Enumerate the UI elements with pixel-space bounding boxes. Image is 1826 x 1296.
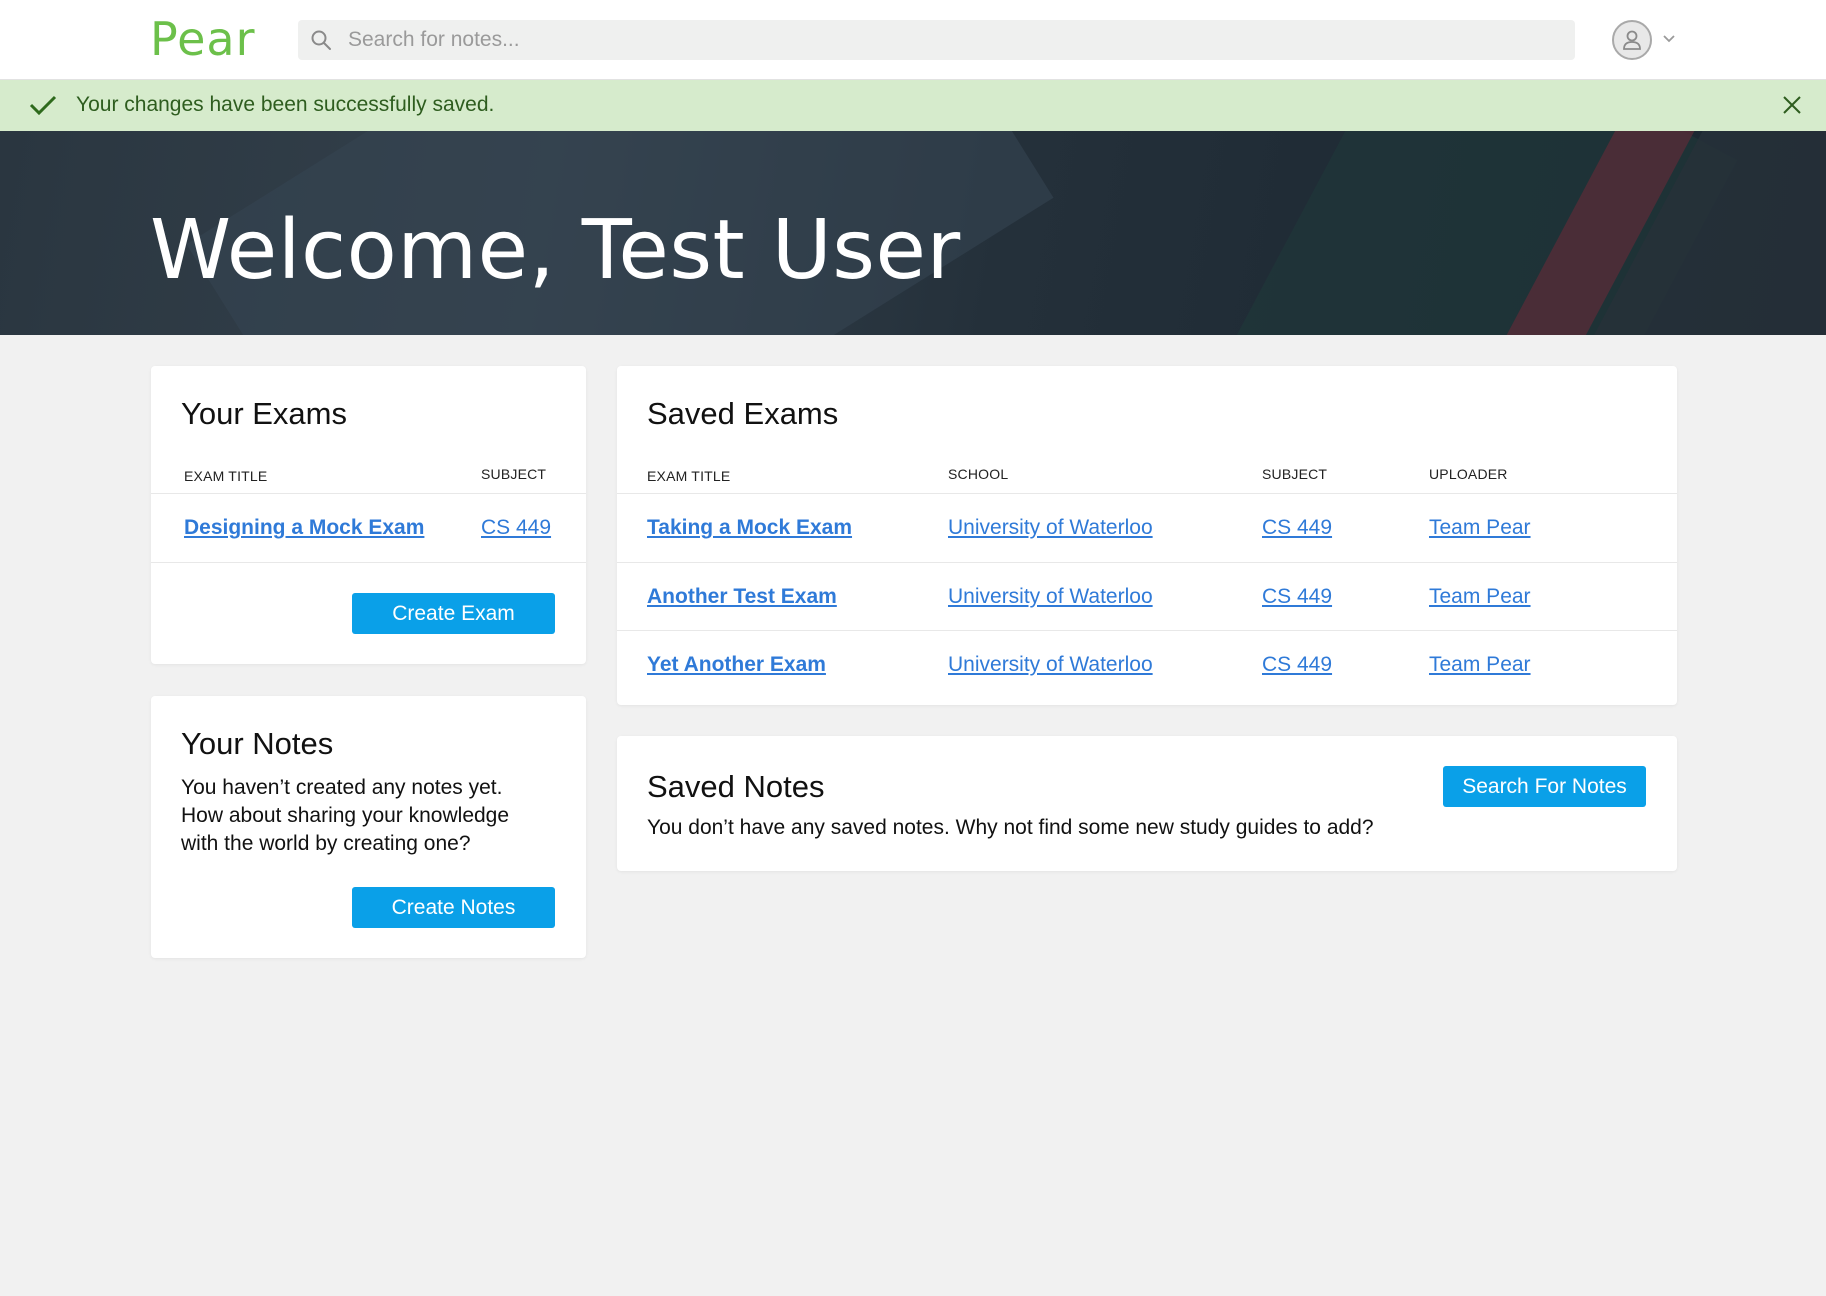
column-header-uploader: UPLOADER (1429, 466, 1508, 482)
your-exams-title: Your Exams (181, 396, 347, 431)
search-icon (311, 30, 331, 50)
saved-exams-title: Saved Exams (647, 396, 839, 431)
column-header-school: SCHOOL (948, 466, 1009, 482)
saved-exam-title-link[interactable]: Yet Another Exam (647, 653, 826, 677)
saved-exam-subject-link[interactable]: CS 449 (1262, 653, 1332, 677)
saved-exam-school-link[interactable]: University of Waterloo (948, 653, 1153, 677)
create-exam-button[interactable]: Create Exam (352, 593, 555, 634)
column-header-exam-title: EXAM TITLE (184, 468, 268, 484)
saved-exam-title-link[interactable]: Another Test Exam (647, 585, 837, 609)
saved-exams-card: Saved Exams EXAM TITLE SCHOOL SUBJECT UP… (617, 366, 1677, 705)
exam-title-link[interactable]: Designing a Mock Exam (184, 516, 424, 540)
your-notes-line: How about sharing your knowledge (181, 804, 510, 827)
saved-exam-subject-link[interactable]: CS 449 (1262, 585, 1332, 609)
check-icon (29, 95, 57, 116)
column-header-subject: SUBJECT (1262, 466, 1328, 482)
welcome-heading: Welcome, Test User (150, 203, 961, 298)
saved-exam-school-link[interactable]: University of Waterloo (948, 516, 1153, 540)
your-exams-card: Your Exams EXAM TITLE SUBJECT Designing … (151, 366, 586, 664)
saved-exam-subject-link[interactable]: CS 449 (1262, 516, 1332, 540)
create-notes-button[interactable]: Create Notes (352, 887, 555, 928)
saved-exam-title-link[interactable]: Taking a Mock Exam (647, 516, 852, 540)
search-bar[interactable] (298, 20, 1575, 60)
saved-exam-uploader-link[interactable]: Team Pear (1429, 516, 1531, 540)
saved-notes-card: Saved Notes You don’t have any saved not… (617, 736, 1677, 871)
search-for-notes-button[interactable]: Search For Notes (1443, 766, 1646, 807)
saved-notes-message: You don’t have any saved notes. Why not … (647, 816, 1374, 839)
row-divider (617, 630, 1677, 631)
chevron-down-icon[interactable] (1662, 34, 1676, 44)
user-icon (1623, 30, 1641, 50)
pear-logo[interactable]: Pear (150, 12, 256, 66)
exam-subject-link[interactable]: CS 449 (481, 516, 551, 540)
saved-exam-school-link[interactable]: University of Waterloo (948, 585, 1153, 609)
close-icon[interactable] (1782, 95, 1802, 115)
alert-message: Your changes have been successfully save… (76, 93, 495, 116)
saved-exam-uploader-link[interactable]: Team Pear (1429, 653, 1531, 677)
your-notes-title: Your Notes (181, 726, 334, 761)
row-divider (151, 562, 586, 563)
row-divider (617, 562, 1677, 563)
saved-exam-uploader-link[interactable]: Team Pear (1429, 585, 1531, 609)
saved-notes-title: Saved Notes (647, 769, 825, 804)
column-header-subject: SUBJECT (481, 466, 547, 482)
row-divider (617, 493, 1677, 494)
welcome-banner: Welcome, Test User (0, 131, 1826, 335)
row-divider (151, 493, 586, 494)
your-notes-line: with the world by creating one? (181, 832, 471, 855)
your-notes-line: You haven’t created any notes yet. (181, 776, 503, 799)
column-header-exam-title: EXAM TITLE (647, 468, 731, 484)
search-input[interactable] (348, 20, 1558, 60)
success-alert: Your changes have been successfully save… (0, 80, 1826, 131)
top-navbar: Pear (0, 0, 1826, 80)
avatar[interactable] (1612, 20, 1652, 60)
your-notes-card: Your Notes You haven’t created any notes… (151, 696, 586, 958)
